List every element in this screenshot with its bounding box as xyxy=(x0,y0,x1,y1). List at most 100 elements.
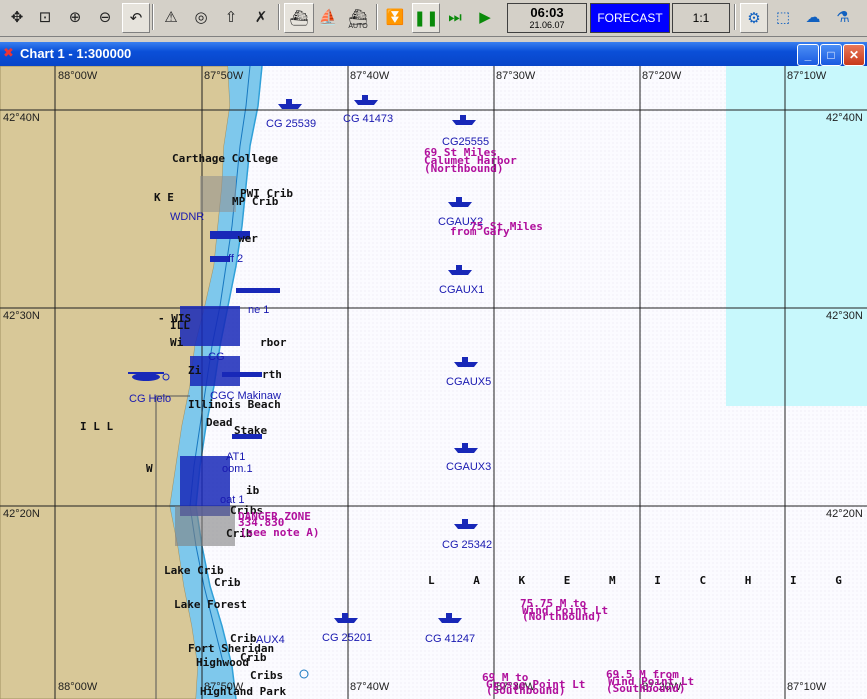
play-icon[interactable]: ▶ xyxy=(472,3,498,31)
longitude-label: 87°10W xyxy=(787,70,827,82)
vessel-icon[interactable] xyxy=(452,516,480,530)
current-icon[interactable]: ⚗ xyxy=(830,3,856,31)
latitude-label: 42°20N xyxy=(826,508,863,520)
fast-forward-icon[interactable]: ⏭ xyxy=(442,3,468,31)
latitude-label: 42°30N xyxy=(826,310,863,322)
longitude-label: 87°50W xyxy=(204,70,244,82)
tide-icon[interactable]: ⚙ xyxy=(740,3,768,33)
place-label: rbor xyxy=(260,336,287,349)
place-label: MP Crib xyxy=(232,195,279,208)
load-icon[interactable]: ⇧ xyxy=(218,3,244,31)
chart-window-titlebar[interactable]: ✖ Chart 1 - 1:300000 _ □ ✕ xyxy=(0,42,867,66)
vessel-label: CG 25342 xyxy=(442,539,493,551)
vessel-label: CG 41473 xyxy=(343,113,394,125)
latitude-label: 42°40N xyxy=(826,112,863,124)
vessel-icon[interactable] xyxy=(276,96,304,110)
route-annotation: (Northbound) xyxy=(522,610,602,623)
vessel-label: ne 1 xyxy=(248,304,270,316)
place-label: I L L xyxy=(80,420,114,433)
place-label: Highwood xyxy=(196,656,249,669)
toolbar-separator xyxy=(152,4,154,30)
latitude-label: 42°40N xyxy=(3,112,40,124)
route-annotation: (Northbound) xyxy=(424,162,504,175)
simulation-clock: 06:03 21.06.07 xyxy=(507,3,587,33)
vessel-icon[interactable] xyxy=(452,354,480,368)
nautical-chart[interactable]: 88°00W 87°50W 87°40W 87°30W 87°20W 87°10… xyxy=(0,66,867,699)
route-annotation: (Southbound) xyxy=(486,684,566,697)
track-icon[interactable]: ⛵ xyxy=(314,3,342,31)
place-label: K E xyxy=(154,191,174,204)
longitude-label: 87°30W xyxy=(496,70,536,82)
vessel-label: oat 1 xyxy=(220,494,245,506)
app-icon: ✖ xyxy=(3,45,14,60)
clock-time: 06:03 xyxy=(530,5,564,20)
north-up-icon[interactable]: ⛴ xyxy=(284,3,314,33)
place-label: Zi xyxy=(188,364,202,377)
place-label: Crib xyxy=(214,576,241,589)
auto-mode-icon[interactable]: ⛴ AUTO xyxy=(344,3,372,31)
longitude-label: 87°20W xyxy=(642,70,682,82)
zoom-in-icon[interactable]: ⊕ xyxy=(62,3,88,31)
weather-icon[interactable]: ☁ xyxy=(800,3,826,31)
undo-view-icon[interactable]: ↶ xyxy=(122,3,150,33)
zoom-window-icon[interactable]: ⊡ xyxy=(32,3,58,31)
place-label: wer xyxy=(238,232,258,245)
scale-button[interactable]: 1:1 xyxy=(672,3,730,33)
vessel-icon[interactable] xyxy=(446,262,474,276)
vessel-label: CGAUX3 xyxy=(446,461,492,473)
main-toolbar: ✥ ⊡ ⊕ ⊖ ↶ ⚠ ◎ ⇧ ✗ ⛴ ⛵ ⛴ AUTO ⏬ ❚❚ ⏭ ▶ 06:… xyxy=(0,0,867,37)
vessel-label: AT1 xyxy=(226,451,246,463)
place-label: Highland Park xyxy=(200,685,287,698)
auto-label: AUTO xyxy=(348,23,368,30)
vessel-icon[interactable] xyxy=(452,440,480,454)
longitude-label: 88°00W xyxy=(58,70,98,82)
clear-icon[interactable]: ✗ xyxy=(248,3,274,31)
step-icon[interactable]: ⏬ xyxy=(382,3,408,31)
place-label: Lake Forest xyxy=(174,598,247,611)
toolbar-separator xyxy=(734,4,736,30)
place-label: Cribs xyxy=(250,669,284,682)
vessel-label: CG xyxy=(208,351,225,363)
target-icon[interactable]: ◎ xyxy=(188,3,214,31)
place-label: ILL xyxy=(170,319,190,332)
window-title: Chart 1 - 1:300000 xyxy=(20,46,132,61)
vessel-icon[interactable] xyxy=(332,610,360,624)
forecast-button[interactable]: FORECAST xyxy=(590,3,670,33)
clock-date: 21.06.07 xyxy=(529,20,565,30)
place-label: rth xyxy=(262,368,282,381)
vessel-icon[interactable] xyxy=(450,112,478,126)
zoom-out-icon[interactable]: ⊖ xyxy=(92,3,118,31)
latitude-label: 42°20N xyxy=(3,508,40,520)
graph-icon[interactable]: ⬚ xyxy=(770,3,796,31)
pause-icon[interactable]: ❚❚ xyxy=(412,3,440,33)
vessel-label: CGAUX1 xyxy=(439,284,485,296)
minimize-button[interactable]: _ xyxy=(797,44,819,66)
place-label: W xyxy=(146,462,153,475)
toolbar-separator xyxy=(376,4,378,30)
pan-icon[interactable]: ✥ xyxy=(4,3,30,31)
longitude-label: 87°40W xyxy=(350,70,390,82)
vessel-label: CGAUX5 xyxy=(446,376,492,388)
longitude-label: 87°10W xyxy=(787,681,827,693)
vessel-label: ff 2 xyxy=(228,253,244,265)
maximize-button[interactable]: □ xyxy=(820,44,842,66)
route-icon[interactable]: ⚠ xyxy=(158,3,184,31)
vessel-icon[interactable] xyxy=(436,610,464,624)
route-annotation: from Gary xyxy=(450,225,510,238)
vessel-label: oom.1 xyxy=(222,463,253,475)
longitude-label: 87°40W xyxy=(350,681,390,693)
place-label: Dead xyxy=(206,416,233,429)
vessel-icon[interactable] xyxy=(352,92,380,106)
vessel-label: AUX4 xyxy=(256,634,285,646)
route-annotation: (Southbound) xyxy=(606,682,686,695)
vessel-label: WDNR xyxy=(170,211,205,223)
vessel-label: CG 41247 xyxy=(425,633,476,645)
vessel-label: CG Helo xyxy=(129,393,172,405)
close-button[interactable]: ✕ xyxy=(843,44,865,66)
vessel-label: CGC Makinaw xyxy=(210,390,281,402)
place-label: Carthage College xyxy=(172,152,278,165)
place-label: Stake xyxy=(234,424,268,437)
vessel-label: CG 25539 xyxy=(266,118,317,130)
lake-michigan-label: L A K E M I C H I G A N xyxy=(428,574,867,587)
vessel-icon[interactable] xyxy=(446,194,474,208)
